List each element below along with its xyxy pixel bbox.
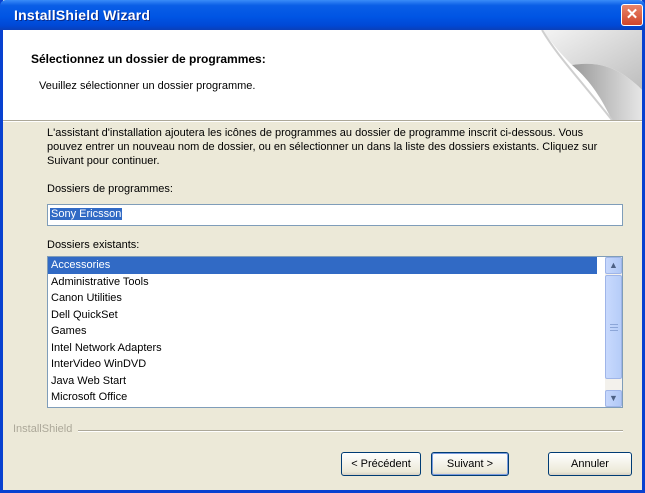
chevron-down-icon[interactable]: ▼ <box>605 390 622 407</box>
program-folder-value: Sony Ericsson <box>50 208 123 220</box>
list-item-microsoft-office[interactable]: Microsoft Office <box>48 389 597 406</box>
back-button[interactable]: < Précédent <box>341 452 421 476</box>
header-title: Sélectionnez un dossier de programmes: <box>31 52 266 66</box>
list-item-dell-quickset[interactable]: Dell QuickSet <box>48 307 597 324</box>
thumb-grip-line <box>610 330 618 331</box>
brand-label: InstallShield <box>13 423 79 435</box>
chevron-up-icon[interactable]: ▲ <box>605 257 622 274</box>
list-item-games[interactable]: Games <box>48 323 597 340</box>
list-item-intervideo-windvd[interactable]: InterVideo WinDVD <box>48 356 597 373</box>
scrollbar-thumb[interactable] <box>605 275 622 379</box>
thumb-grip-line <box>610 324 618 325</box>
header-divider <box>3 120 642 122</box>
vertical-scrollbar[interactable]: ▲ ▼ <box>605 257 622 407</box>
window-title: InstallShield Wizard <box>14 7 151 23</box>
wizard-header: Sélectionnez un dossier de programmes: V… <box>3 30 642 120</box>
page-curl-graphic <box>541 30 642 120</box>
next-button[interactable]: Suivant > <box>431 452 509 476</box>
cancel-button[interactable]: Annuler <box>548 452 632 476</box>
existing-folders-list[interactable]: Accessories Administrative Tools Canon U… <box>47 256 623 408</box>
header-subtitle: Veuillez sélectionner un dossier program… <box>39 80 256 92</box>
title-bar[interactable]: InstallShield Wizard ✕ <box>0 0 645 30</box>
program-folder-input[interactable]: Sony Ericsson <box>47 204 623 226</box>
list-item-intel-network-adapters[interactable]: Intel Network Adapters <box>48 340 597 357</box>
list-item-administrative-tools[interactable]: Administrative Tools <box>48 274 597 291</box>
list-item-java-web-start[interactable]: Java Web Start <box>48 373 597 390</box>
list-item-canon-utilities[interactable]: Canon Utilities <box>48 290 597 307</box>
program-folder-label: Dossiers de programmes: <box>47 183 173 195</box>
list-item-accessories[interactable]: Accessories <box>48 257 597 274</box>
brand-rule <box>13 430 623 432</box>
thumb-grip-line <box>610 327 618 328</box>
instructions-text: L'assistant d'installation ajoutera les … <box>47 127 598 167</box>
installshield-window: InstallShield Wizard ✕ Sélectionnez un d… <box>0 0 645 493</box>
existing-folders-label: Dossiers existants: <box>47 239 140 251</box>
close-icon[interactable]: ✕ <box>621 4 643 26</box>
